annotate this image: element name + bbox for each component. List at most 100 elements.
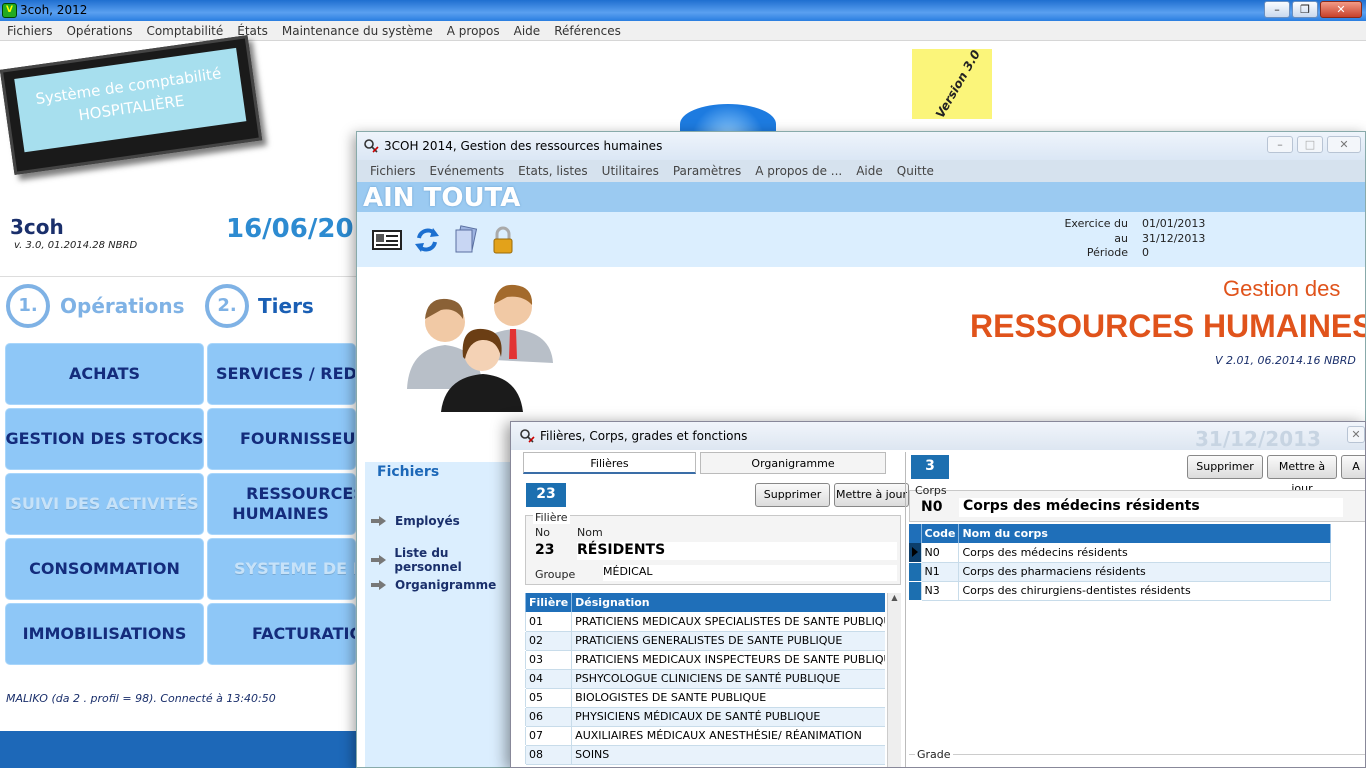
filieres-table: Filière Désignation 01 PRATICIENS MEDICAU…: [525, 593, 885, 767]
refresh-icon[interactable]: [411, 224, 443, 256]
main-window-title: 3coh, 2012: [20, 3, 88, 17]
period-label: Période: [1086, 246, 1128, 259]
rh-maximize-button[interactable]: □: [1297, 136, 1323, 153]
tile-systeme-paie[interactable]: SYSTEME DE PAIE: [207, 538, 356, 600]
rh-minimize-button[interactable]: –: [1267, 136, 1293, 153]
rh-close-button[interactable]: ✕: [1327, 136, 1361, 153]
cell-code: N0: [921, 543, 960, 563]
section-label-operations[interactable]: Opérations: [60, 294, 185, 318]
rh-menu-a-propos[interactable]: A propos de ...: [755, 160, 842, 182]
corps-name-field[interactable]: Corps des médecins résidents: [959, 498, 1343, 517]
minimize-button[interactable]: –: [1264, 1, 1290, 18]
row-selector[interactable]: [909, 562, 922, 582]
col-designation[interactable]: Désignation: [571, 593, 885, 612]
version-sticker-text: Version 3.0: [932, 47, 984, 121]
rh-menu-evenements[interactable]: Evénements: [429, 160, 504, 182]
cell-designation: PHYSICIENS MÉDICAUX DE SANTÉ PUBLIQUE: [571, 707, 885, 727]
corps-count: 3: [911, 455, 949, 479]
filiere-no-value[interactable]: 23: [535, 542, 573, 560]
tile-consommation[interactable]: CONSOMMATION: [5, 538, 204, 600]
cell-code: 02: [525, 631, 573, 651]
footer-band: [0, 731, 356, 768]
rh-nav-panel: Fichiers Employés Liste du personnel Org…: [365, 462, 515, 767]
cell-code: 04: [525, 669, 573, 689]
app-key-icon: [364, 139, 379, 153]
heading-gestion-des: Gestion des: [1223, 276, 1341, 301]
table-row[interactable]: N1 Corps des pharmaciens résidents: [909, 562, 1331, 582]
exercise-from-value: 01/01/2013: [1142, 217, 1206, 230]
rh-menu-parametres[interactable]: Paramètres: [673, 160, 741, 182]
table-row[interactable]: 05 BIOLOGISTES DE SANTE PUBLIQUE: [525, 688, 885, 708]
cell-code: 06: [525, 707, 573, 727]
col-nom-corps[interactable]: Nom du corps: [958, 524, 1331, 543]
id-card-icon[interactable]: [371, 224, 403, 256]
cell-nom-corps: Corps des pharmaciens résidents: [958, 562, 1331, 582]
close-button[interactable]: ✕: [1320, 1, 1362, 18]
filiere-nom-field[interactable]: RÉSIDENTS: [577, 542, 897, 560]
section-label-tiers[interactable]: Tiers: [258, 294, 314, 318]
filieres-close-button[interactable]: ✕: [1347, 426, 1365, 443]
arrow-right-icon: [371, 516, 387, 526]
rh-menu-fichiers[interactable]: Fichiers: [370, 160, 415, 182]
table-row[interactable]: 03 PRATICIENS MEDICAUX INSPECTEURS DE SAN…: [525, 650, 885, 670]
current-row-indicator[interactable]: [909, 543, 922, 563]
col-filiere[interactable]: Filière: [525, 593, 573, 612]
filiere-update-button[interactable]: Mettre à jour: [834, 483, 909, 507]
exercise-to-value: 31/12/2013: [1142, 231, 1206, 245]
menu-aide[interactable]: Aide: [514, 21, 541, 40]
tile-ressources-humaines-line1: RESSOURCES: [246, 484, 356, 503]
nav-organigramme-label: Organigramme: [395, 578, 497, 592]
rh-menu-quitte[interactable]: Quitte: [897, 160, 934, 182]
table-row[interactable]: 08 SOINS: [525, 745, 885, 765]
menu-maintenance[interactable]: Maintenance du système: [282, 21, 433, 40]
filieres-scrollbar[interactable]: ▲: [887, 593, 901, 767]
tile-achats[interactable]: ACHATS: [5, 343, 204, 405]
corps-more-button[interactable]: A: [1341, 455, 1365, 479]
menu-comptabilite[interactable]: Comptabilité: [146, 21, 223, 40]
corps-code-field[interactable]: N0: [921, 499, 947, 517]
rh-menu-aide[interactable]: Aide: [856, 160, 883, 182]
tile-facturation[interactable]: FACTURATION: [207, 603, 356, 665]
table-row[interactable]: 02 PRATICIENS GENERALISTES DE SANTE PUBLI…: [525, 631, 885, 651]
table-row[interactable]: 01 PRATICIENS MEDICAUX SPECIALISTES DE SA…: [525, 612, 885, 632]
grade-label: Grade: [915, 748, 953, 761]
nav-employes[interactable]: Employés: [371, 514, 460, 528]
filieres-window: Filières, Corps, grades et fonctions 31/…: [510, 421, 1366, 768]
tile-immobilisations[interactable]: IMMOBILISATIONS: [5, 603, 204, 665]
cell-designation: PRATICIENS MEDICAUX INSPECTEURS DE SANTE…: [571, 650, 885, 670]
lock-icon[interactable]: [487, 224, 519, 256]
tile-gestion-stocks[interactable]: GESTION DES STOCKS: [5, 408, 204, 470]
rh-menu-utilitaires[interactable]: Utilitaires: [602, 160, 659, 182]
corps-table: Code Nom du corps N0 Corps des médecins r…: [909, 524, 1331, 601]
groupe-field[interactable]: MÉDICAL: [603, 565, 897, 581]
row-selector[interactable]: [909, 581, 922, 601]
table-row[interactable]: N0 Corps des médecins résidents: [909, 543, 1331, 563]
corps-update-button[interactable]: Mettre à jour: [1267, 455, 1337, 495]
corps-delete-button[interactable]: Supprimer: [1187, 455, 1263, 479]
menu-fichiers[interactable]: Fichiers: [7, 21, 52, 40]
tile-fournisseurs[interactable]: FOURNISSEURS: [207, 408, 356, 470]
scroll-up-icon[interactable]: ▲: [888, 593, 901, 602]
menu-operations[interactable]: Opérations: [66, 21, 132, 40]
menu-a-propos[interactable]: A propos: [447, 21, 500, 40]
nav-organigramme[interactable]: Organigramme: [371, 578, 496, 592]
tab-organigramme[interactable]: Organigramme: [700, 452, 886, 474]
status-line: MALIKO (da 2 . profil = 98). Connecté à …: [6, 692, 276, 705]
rh-menu-etats-listes[interactable]: Etats, listes: [518, 160, 588, 182]
tile-ressources-humaines-line2: HUMAINES: [232, 504, 329, 523]
documents-icon[interactable]: [449, 224, 481, 256]
tab-filieres[interactable]: Filières: [523, 452, 696, 474]
menu-references[interactable]: Références: [554, 21, 621, 40]
tile-ressources-humaines[interactable]: RESSOURCES HUMAINES: [207, 473, 356, 535]
tile-suivi-activites[interactable]: SUIVI DES ACTIVITÉS: [5, 473, 204, 535]
table-row[interactable]: 06 PHYSICIENS MÉDICAUX DE SANTÉ PUBLIQUE: [525, 707, 885, 727]
filiere-delete-button[interactable]: Supprimer: [755, 483, 830, 507]
table-row[interactable]: N3 Corps des chirurgiens-dentistes réside…: [909, 581, 1331, 601]
table-row[interactable]: 04 PSHYCOLOGUE CLINICIENS DE SANTÉ PUBLIQ…: [525, 669, 885, 689]
table-row[interactable]: 07 AUXILIAIRES MÉDICAUX ANESTHÉSIE/ RÉANI…: [525, 726, 885, 746]
nav-liste-personnel[interactable]: Liste du personnel: [371, 546, 515, 574]
col-code[interactable]: Code: [921, 524, 960, 543]
maximize-button[interactable]: ❐: [1292, 1, 1318, 18]
tile-services-redevances[interactable]: SERVICES / REDEVANCES: [207, 343, 356, 405]
exercise-to-label: au: [1114, 231, 1128, 245]
